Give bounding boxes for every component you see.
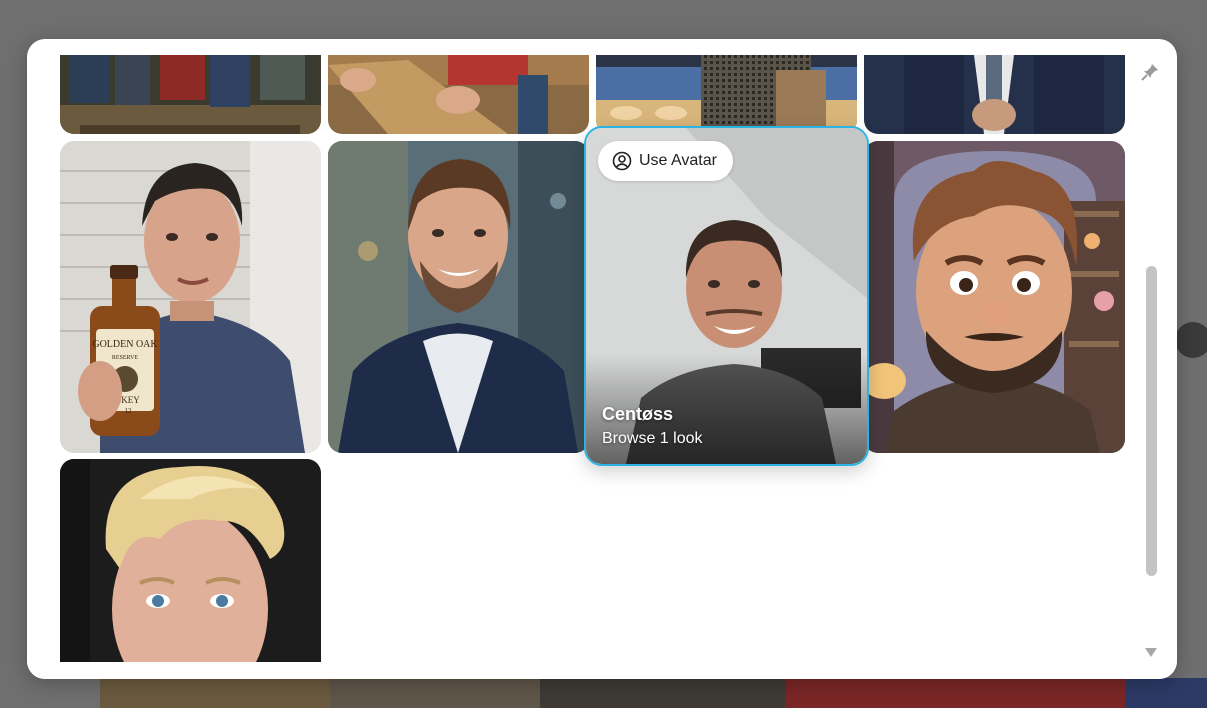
avatar-card[interactable]: [60, 55, 321, 134]
background-thumb: [100, 678, 330, 708]
use-avatar-label: Use Avatar: [639, 152, 717, 169]
avatar-card[interactable]: [60, 459, 321, 663]
bottle-age-text: 12: [125, 407, 133, 415]
use-avatar-button[interactable]: Use Avatar: [598, 141, 733, 181]
triangle-down-icon[interactable]: [1144, 646, 1158, 658]
bottle-brand-text: GOLDEN OAK: [92, 339, 158, 350]
avatar-card-centoss[interactable]: Use Avatar Centøss Browse 1 look: [584, 126, 869, 466]
bottle-reserve-text: RESERVE: [112, 355, 139, 361]
avatar-card[interactable]: [328, 141, 589, 453]
background-page-title: [330, 0, 1207, 40]
avatar-name: Centøss: [602, 404, 674, 424]
modal-bottom-edge: [27, 662, 1177, 679]
background-thumb: [1125, 678, 1207, 708]
user-circle-icon: [612, 151, 632, 171]
avatar-card[interactable]: GOLDEN OAK RESERVE SKEY 12: [60, 141, 321, 453]
avatar-card[interactable]: [328, 55, 589, 134]
background-thumb: [785, 678, 1125, 708]
avatar-card[interactable]: [864, 141, 1125, 453]
avatar-card[interactable]: [596, 55, 857, 134]
background-thumb: [540, 678, 785, 708]
scrollbar-thumb[interactable]: [1146, 266, 1157, 576]
background-button: [1175, 322, 1207, 358]
avatar-card[interactable]: [864, 55, 1125, 134]
background-thumb: [330, 678, 540, 708]
avatar-looks-count: Browse 1 look: [602, 430, 703, 447]
avatar-picker-modal: GOLDEN OAK RESERVE SKEY 12 Use Avatar Ce…: [27, 39, 1177, 679]
